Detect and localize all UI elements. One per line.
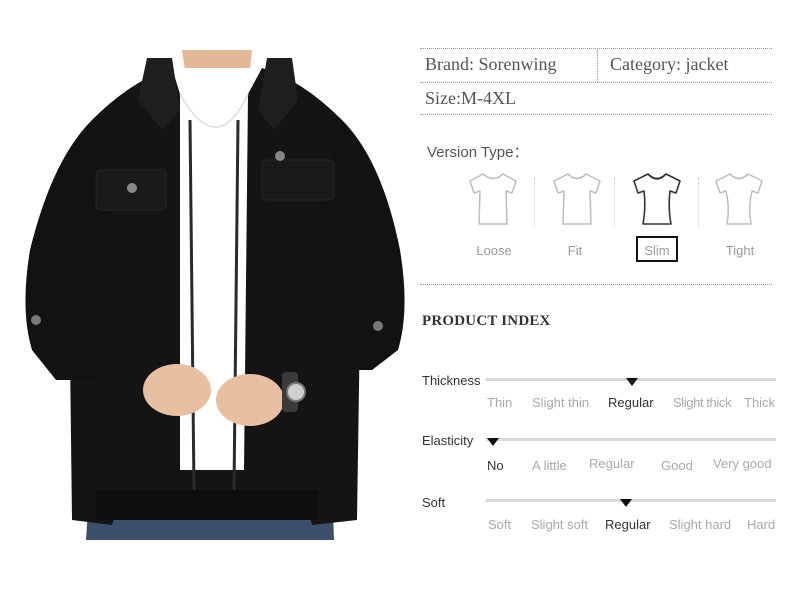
elasticity-option: Good bbox=[661, 458, 693, 473]
elasticity-option-selected: No bbox=[487, 458, 504, 473]
category-text: Category: jacket bbox=[610, 54, 729, 74]
thickness-option: Slight thin bbox=[532, 395, 590, 410]
soft-option: Slight soft bbox=[531, 517, 589, 532]
elasticity-option: Regular bbox=[589, 456, 635, 471]
selected-version-box bbox=[636, 236, 678, 262]
spec-divider bbox=[420, 114, 772, 115]
thickness-label: Thickness bbox=[422, 373, 481, 388]
soft-option: Slight hard bbox=[669, 517, 732, 532]
version-separator bbox=[698, 178, 699, 226]
loose-shirt-icon bbox=[466, 171, 520, 227]
thickness-option: Thick bbox=[744, 395, 776, 410]
version-option-loose: Loose bbox=[476, 243, 512, 258]
product-index-title: PRODUCT INDEX bbox=[422, 313, 551, 329]
slim-shirt-icon bbox=[630, 171, 684, 227]
thickness-marker-icon bbox=[626, 378, 638, 386]
elasticity-label: Elasticity bbox=[422, 433, 474, 448]
fit-shirt-icon bbox=[550, 171, 604, 227]
elasticity-scale-bar bbox=[486, 438, 776, 441]
version-option-tight: Tight bbox=[725, 243, 755, 258]
tight-shirt-icon bbox=[712, 171, 766, 227]
version-separator bbox=[534, 178, 535, 226]
thickness-option-selected: Regular bbox=[608, 395, 654, 410]
size-row: Size:M-4XL bbox=[425, 88, 516, 109]
elasticity-marker-icon bbox=[487, 438, 499, 446]
product-photo bbox=[12, 50, 412, 540]
size-label: Size: bbox=[425, 88, 461, 108]
brand-text: Brand: Sorenwing bbox=[425, 54, 557, 74]
soft-option: Soft bbox=[488, 517, 512, 532]
soft-option: Hard bbox=[747, 517, 776, 532]
thickness-option: Slight thick bbox=[673, 395, 732, 410]
elasticity-option: A little bbox=[532, 458, 567, 473]
thickness-option: Thin bbox=[487, 395, 513, 410]
version-type-title: Version Type： bbox=[427, 144, 529, 161]
soft-marker-icon bbox=[620, 499, 632, 507]
elasticity-option: Very good bbox=[713, 456, 772, 471]
soft-label: Soft bbox=[422, 495, 446, 510]
spec-divider-vertical bbox=[597, 50, 598, 82]
soft-option-selected: Regular bbox=[605, 517, 651, 532]
version-option-fit: Fit bbox=[567, 243, 583, 258]
spec-divider bbox=[420, 82, 772, 83]
version-separator bbox=[614, 178, 615, 226]
section-divider bbox=[420, 284, 772, 285]
spec-divider bbox=[420, 48, 772, 49]
size-value: M-4XL bbox=[461, 88, 516, 108]
